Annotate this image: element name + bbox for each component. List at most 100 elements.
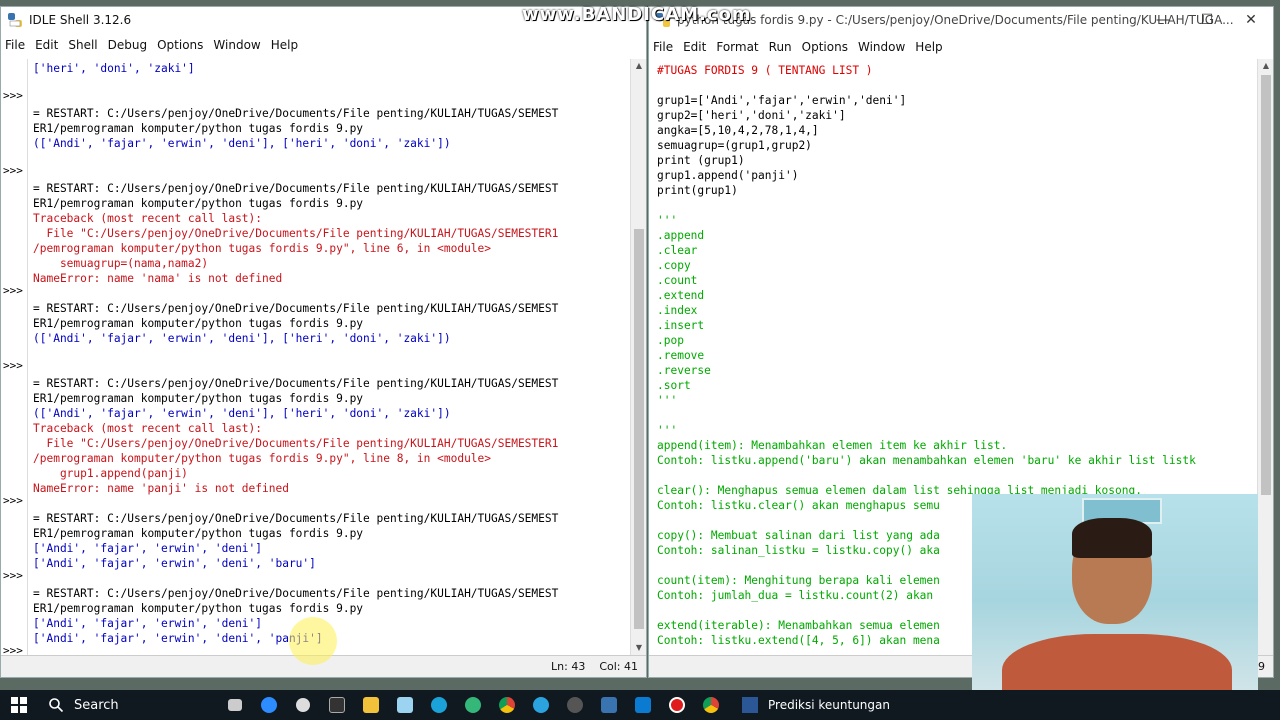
- editor-scrollbar[interactable]: ▲: [1257, 59, 1273, 655]
- shell-line: /pemrograman komputer/python tugas fordi…: [33, 452, 492, 465]
- terminal-icon[interactable]: [320, 690, 354, 720]
- prompt: >>>: [3, 569, 23, 582]
- code-line: ''': [657, 424, 678, 437]
- code-line: Contoh: jumlah_dua = listku.count(2) aka…: [657, 589, 934, 602]
- shell-menubar: File Edit Shell Debug Options Window Hel…: [1, 35, 646, 55]
- code-line: copy(): Membuat salinan dari list yang a…: [657, 529, 940, 542]
- bandicam-watermark: www.BANDICAM.com: [522, 4, 752, 25]
- zoom-app-icon[interactable]: [252, 690, 286, 720]
- code-line: .insert: [657, 319, 705, 332]
- search-icon: [49, 698, 64, 713]
- code-line: .index: [657, 304, 698, 317]
- shell-line: ER1/pemrograman komputer/python tugas fo…: [33, 602, 364, 615]
- scroll-up-icon[interactable]: ▲: [631, 59, 647, 73]
- prompt: >>>: [3, 494, 23, 507]
- taskbar-app-prediksi[interactable]: Prediksi keuntungan: [742, 697, 890, 713]
- shell-line: NameError: name 'panji' is not defined: [33, 482, 289, 495]
- maximize-icon[interactable]: ☐: [1185, 7, 1229, 33]
- editor-menu-format[interactable]: Format: [712, 40, 764, 54]
- shell-scrollbar[interactable]: ▲ ▼: [630, 59, 646, 655]
- mouse-cursor-highlight: [289, 617, 337, 665]
- code-line: Contoh: listku.append('baru') akan menam…: [657, 454, 1196, 467]
- file-explorer-icon[interactable]: [354, 690, 388, 720]
- editor-menu-run[interactable]: Run: [765, 40, 798, 54]
- telegram-icon[interactable]: [524, 690, 558, 720]
- window-controls: — ☐ ✕: [1141, 7, 1273, 33]
- code-line: .count: [657, 274, 698, 287]
- presenter-hair: [1072, 518, 1152, 558]
- code-line: semuagrup=(grup1,grup2): [657, 139, 812, 152]
- shell-line: ER1/pemrograman komputer/python tugas fo…: [33, 122, 364, 135]
- shell-line: File "C:/Users/penjoy/OneDrive/Documents…: [33, 437, 559, 450]
- shell-line: Traceback (most recent call last):: [33, 212, 263, 225]
- taskbar-app-label: Prediksi keuntungan: [768, 698, 890, 712]
- shell-line: NameError: name 'nama' is not defined: [33, 272, 283, 285]
- code-line: #TUGAS FORDIS 9 ( TENTANG LIST ): [657, 64, 873, 77]
- shell-output-area[interactable]: ['heri', 'doni', 'zaki'] = RESTART: C:/Us…: [29, 59, 629, 655]
- editor-menu-edit[interactable]: Edit: [679, 40, 712, 54]
- task-view-icon[interactable]: [218, 690, 252, 720]
- shell-line: = RESTART: C:/Users/penjoy/OneDrive/Docu…: [33, 182, 559, 195]
- shell-title: IDLE Shell 3.12.6: [29, 13, 132, 27]
- shell-menu-help[interactable]: Help: [267, 38, 304, 52]
- shell-line: ER1/pemrograman komputer/python tugas fo…: [33, 197, 364, 210]
- scroll-up-icon[interactable]: ▲: [1258, 59, 1274, 73]
- code-line: Contoh: listku.clear() akan menghapus se…: [657, 499, 940, 512]
- shell-menu-shell[interactable]: Shell: [64, 38, 103, 52]
- code-line: Contoh: listku.extend([4, 5, 6]) akan me…: [657, 634, 940, 647]
- prompt: >>>: [3, 89, 23, 102]
- scrollbar-thumb[interactable]: [1261, 75, 1271, 495]
- search-label: Search: [74, 697, 119, 713]
- prompt: >>>: [3, 359, 23, 372]
- idle-shell-window: IDLE Shell 3.12.6 File Edit Shell Debug …: [0, 6, 647, 678]
- shell-menu-window[interactable]: Window: [209, 38, 266, 52]
- shell-menu-file[interactable]: File: [1, 38, 31, 52]
- code-line: .pop: [657, 334, 684, 347]
- minimize-icon[interactable]: —: [1141, 7, 1185, 33]
- shell-menu-options[interactable]: Options: [153, 38, 209, 52]
- idle-app-icon[interactable]: [592, 690, 626, 720]
- record-icon[interactable]: [660, 690, 694, 720]
- vscode-icon[interactable]: [626, 690, 660, 720]
- camera-icon[interactable]: [558, 690, 592, 720]
- shell-line: = RESTART: C:/Users/penjoy/OneDrive/Docu…: [33, 107, 559, 120]
- shell-line: grup1.append(panji): [33, 467, 188, 480]
- code-line: extend(iterable): Menambahkan semua elem…: [657, 619, 940, 632]
- code-line: .sort: [657, 379, 691, 392]
- code-line: angka=[5,10,4,2,78,1,4,]: [657, 124, 819, 137]
- start-button[interactable]: [0, 690, 38, 720]
- shell-line: = RESTART: C:/Users/penjoy/OneDrive/Docu…: [33, 587, 559, 600]
- taskbar-search[interactable]: Search: [38, 690, 218, 720]
- code-line: ''': [657, 214, 678, 227]
- editor-menu-help[interactable]: Help: [911, 40, 948, 54]
- editor-menu-file[interactable]: File: [649, 40, 679, 54]
- chrome-icon-2[interactable]: [694, 690, 728, 720]
- code-line: .reverse: [657, 364, 711, 377]
- shell-line: ['heri', 'doni', 'zaki']: [33, 62, 195, 75]
- code-line: grup1=['Andi','fajar','erwin','deni']: [657, 94, 907, 107]
- shell-line: ['Andi', 'fajar', 'erwin', 'deni']: [33, 617, 263, 630]
- code-line: Contoh: salinan_listku = listku.copy() a…: [657, 544, 940, 557]
- edge-browser-icon[interactable]: [422, 690, 456, 720]
- editor-menubar: File Edit Format Run Options Window Help: [649, 37, 1273, 57]
- scrollbar-thumb[interactable]: [634, 229, 644, 629]
- editor-menu-options[interactable]: Options: [798, 40, 854, 54]
- shell-line: ER1/pemrograman komputer/python tugas fo…: [33, 527, 364, 540]
- edge-icon[interactable]: [456, 690, 490, 720]
- shell-menu-edit[interactable]: Edit: [31, 38, 64, 52]
- shell-menu-debug[interactable]: Debug: [104, 38, 153, 52]
- column-number: Col: 41: [599, 660, 638, 673]
- shell-line: = RESTART: C:/Users/penjoy/OneDrive/Docu…: [33, 512, 559, 525]
- settings-gear-icon[interactable]: [286, 690, 320, 720]
- chrome-icon[interactable]: [490, 690, 524, 720]
- code-line: .remove: [657, 349, 705, 362]
- close-icon[interactable]: ✕: [1229, 7, 1273, 33]
- editor-menu-window[interactable]: Window: [854, 40, 911, 54]
- shell-line: (['Andi', 'fajar', 'erwin', 'deni'], ['h…: [33, 407, 451, 420]
- notepad-icon[interactable]: [388, 690, 422, 720]
- python-idle-icon: [8, 13, 22, 27]
- scroll-down-icon[interactable]: ▼: [631, 641, 647, 655]
- code-line: print (grup1): [657, 154, 745, 167]
- shell-line: = RESTART: C:/Users/penjoy/OneDrive/Docu…: [33, 377, 559, 390]
- code-line: grup2=['heri','doni','zaki']: [657, 109, 846, 122]
